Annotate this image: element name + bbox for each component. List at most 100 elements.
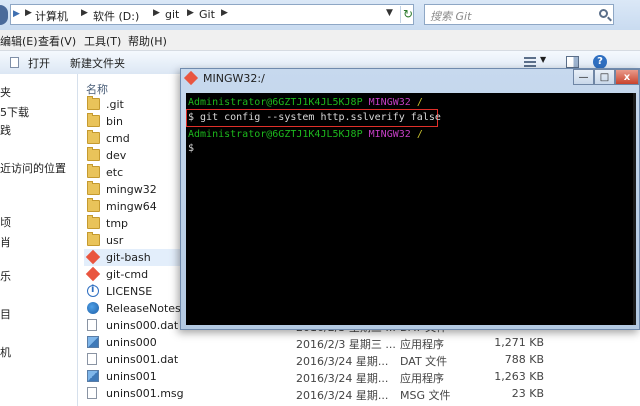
file-name: git-cmd bbox=[106, 268, 149, 281]
nav-item[interactable]: 顷 bbox=[0, 214, 11, 230]
chevron-right-icon: ▶ bbox=[25, 8, 32, 18]
file-name: ReleaseNotes bbox=[106, 302, 181, 315]
file-size: 1,263 KB bbox=[494, 370, 544, 383]
file-name: git-bash bbox=[106, 251, 151, 264]
file-name: mingw64 bbox=[106, 200, 157, 213]
file-name: unins001.msg bbox=[106, 387, 184, 400]
open-button[interactable]: 打开 bbox=[28, 55, 50, 71]
nav-item[interactable]: 5下载 bbox=[0, 104, 29, 120]
file-type: MSG 文件 bbox=[400, 389, 451, 402]
column-header-name[interactable]: 名称 bbox=[86, 81, 108, 97]
preview-pane-icon[interactable] bbox=[566, 56, 579, 68]
file-size: 1,271 KB bbox=[494, 336, 544, 349]
folder-icon bbox=[87, 147, 100, 161]
folder-icon bbox=[87, 130, 100, 144]
info-icon bbox=[87, 284, 99, 297]
chevron-right-icon: ▶ bbox=[187, 8, 194, 18]
computer-icon: ▶ bbox=[13, 9, 20, 19]
terminal-scrollbar[interactable] bbox=[633, 93, 636, 325]
file-name: bin bbox=[106, 115, 124, 128]
file-date: 2016/3/24 星期... bbox=[296, 389, 389, 402]
nav-item[interactable]: 夹 bbox=[0, 84, 11, 100]
nav-item-computer[interactable]: 机 bbox=[0, 344, 11, 360]
menu-edit[interactable]: 编辑(E) bbox=[0, 33, 38, 49]
terminal-body[interactable]: Administrator@6GZTJ1K4JL5KJ8P MINGW32 / … bbox=[186, 93, 636, 325]
file-name: .git bbox=[106, 98, 124, 111]
git-icon bbox=[85, 249, 101, 265]
file-name: cmd bbox=[106, 132, 130, 145]
nav-item[interactable]: 乐 bbox=[0, 268, 11, 284]
chevron-right-icon: ▶ bbox=[221, 8, 228, 18]
terminal-title: MINGW32:/ bbox=[203, 72, 265, 85]
nav-item[interactable]: 肖 bbox=[0, 234, 11, 250]
chevron-right-icon: ▶ bbox=[153, 8, 160, 18]
document-icon bbox=[87, 319, 97, 331]
folder-icon bbox=[87, 113, 100, 127]
file-name: usr bbox=[106, 234, 124, 247]
file-name: dev bbox=[106, 149, 127, 162]
file-name: unins000 bbox=[106, 336, 157, 349]
file-size: 23 KB bbox=[511, 387, 544, 400]
file-row[interactable]: unins000 2016/2/3 星期三 ... 应用程序 1,271 KB bbox=[84, 334, 640, 351]
file-type: DAT 文件 bbox=[400, 355, 448, 368]
close-button[interactable]: x bbox=[615, 69, 639, 85]
terminal-titlebar[interactable]: MINGW32:/ — □ x bbox=[181, 69, 639, 89]
command-line: $ git config --system http.sslverify fal… bbox=[188, 112, 441, 123]
menu-tools[interactable]: 工具(T) bbox=[84, 33, 121, 49]
chevron-down-icon[interactable]: ▼ bbox=[540, 55, 546, 64]
prompt-user: Administrator@6GZTJ1K4JL5KJ8P bbox=[188, 97, 363, 108]
menu-view[interactable]: 查看(V) bbox=[38, 33, 76, 49]
prompt-env: MINGW32 bbox=[368, 97, 411, 108]
prompt-line-1: Administrator@6GZTJ1K4JL5KJ8P MINGW32 / bbox=[188, 97, 423, 108]
nav-item-recent[interactable]: 近访问的位置 bbox=[0, 160, 66, 176]
file-name: mingw32 bbox=[106, 183, 157, 196]
view-options-icon[interactable] bbox=[524, 57, 536, 67]
address-box[interactable]: ▶ ▶ 计算机 ▶ 软件 (D:) ▶ git ▶ Git ▶ ▼ ↻ bbox=[10, 4, 414, 25]
document-icon bbox=[87, 353, 97, 365]
maximize-button[interactable]: □ bbox=[594, 69, 615, 85]
file-type: 应用程序 bbox=[400, 338, 444, 351]
file-date: 2016/3/24 星期... bbox=[296, 355, 389, 368]
folder-icon bbox=[87, 198, 100, 212]
file-date: 2016/3/24 星期... bbox=[296, 372, 389, 385]
breadcrumb-drive[interactable]: 软件 (D:) bbox=[93, 8, 139, 24]
minimize-button[interactable]: — bbox=[573, 69, 594, 85]
breadcrumb-git-folder[interactable]: Git bbox=[199, 8, 215, 21]
file-name: tmp bbox=[106, 217, 129, 230]
file-size: 788 KB bbox=[504, 353, 544, 366]
chevron-down-icon[interactable]: ▼ bbox=[386, 8, 393, 18]
search-icon[interactable] bbox=[599, 9, 608, 18]
git-icon bbox=[183, 70, 199, 86]
breadcrumb-git[interactable]: git bbox=[165, 8, 179, 21]
file-name: etc bbox=[106, 166, 124, 179]
file-date: 2016/2/3 星期三 ... bbox=[296, 338, 396, 351]
globe-icon bbox=[87, 302, 99, 314]
git-icon bbox=[85, 266, 101, 282]
search-input[interactable]: 搜索 Git bbox=[424, 4, 614, 25]
prompt-env: MINGW32 bbox=[368, 129, 411, 140]
menu-help[interactable]: 帮助(H) bbox=[128, 33, 167, 49]
file-row[interactable]: unins001.msg 2016/3/24 星期... MSG 文件 23 KB bbox=[84, 385, 640, 402]
help-icon[interactable]: ? bbox=[593, 55, 607, 69]
new-folder-button[interactable]: 新建文件夹 bbox=[70, 55, 125, 71]
terminal-window[interactable]: MINGW32:/ — □ x Administrator@6GZTJ1K4JL… bbox=[180, 68, 640, 330]
folder-icon bbox=[87, 164, 100, 178]
nav-item[interactable]: 目 bbox=[0, 306, 11, 322]
back-button[interactable] bbox=[0, 5, 8, 25]
file-name: unins001 bbox=[106, 370, 157, 383]
search-placeholder: 搜索 Git bbox=[430, 10, 472, 23]
breadcrumb-computer[interactable]: 计算机 bbox=[35, 8, 68, 24]
nav-item[interactable]: 践 bbox=[0, 122, 11, 138]
folder-icon bbox=[87, 215, 100, 229]
refresh-icon[interactable]: ↻ bbox=[400, 6, 415, 23]
application-icon bbox=[87, 370, 99, 382]
file-name: LICENSE bbox=[106, 285, 153, 298]
navigation-pane: 夹 5下载 践 近访问的位置 顷 肖 乐 目 机 bbox=[0, 74, 78, 406]
menu-bar: 编辑(E) 查看(V) 工具(T) 帮助(H) bbox=[0, 30, 640, 51]
prompt-line-2: Administrator@6GZTJ1K4JL5KJ8P MINGW32 / bbox=[188, 129, 423, 140]
file-row[interactable]: unins001 2016/3/24 星期... 应用程序 1,263 KB bbox=[84, 368, 640, 385]
chevron-right-icon: ▶ bbox=[81, 8, 88, 18]
application-icon bbox=[87, 336, 99, 348]
file-row[interactable]: unins001.dat 2016/3/24 星期... DAT 文件 788 KB bbox=[84, 351, 640, 368]
file-name: unins001.dat bbox=[106, 353, 179, 366]
